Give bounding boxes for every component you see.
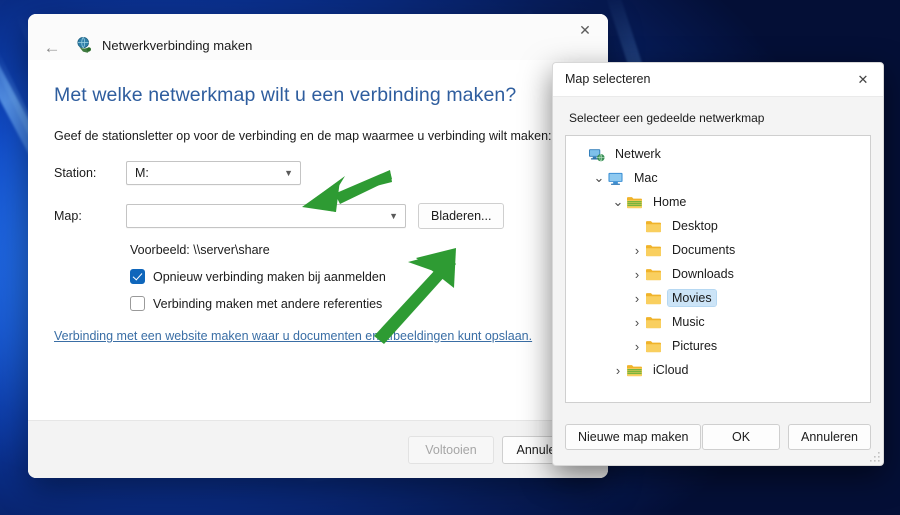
connect-to-website-link[interactable]: Verbinding met een website maken waar u … <box>54 329 532 343</box>
tree-item-music[interactable]: › Music <box>568 310 868 334</box>
computer-icon <box>608 172 623 185</box>
folder-icon <box>646 340 661 352</box>
picker-cancel-button[interactable]: Annuleren <box>788 424 871 450</box>
shared-folder-icon <box>627 196 642 208</box>
credentials-checkbox[interactable] <box>130 296 145 311</box>
chevron-right-icon[interactable]: › <box>629 244 645 257</box>
picker-title-bar: Map selecteren ✕ <box>553 63 883 97</box>
folder-icon <box>646 292 661 304</box>
network-drive-icon <box>77 36 91 53</box>
close-icon[interactable]: ✕ <box>843 63 883 96</box>
tree-item-label: Home <box>653 195 687 209</box>
tree-item-pictures[interactable]: › Pictures <box>568 334 868 358</box>
station-dropdown[interactable]: M: ▼ <box>126 161 301 185</box>
tree-item-label: Music <box>672 315 705 329</box>
chevron-right-icon[interactable]: › <box>629 316 645 329</box>
station-row: Station: M: ▼ <box>54 161 582 185</box>
wizard-footer: Voltooien Annuleren <box>28 420 608 478</box>
folder-tree[interactable]: Netwerk ⌄ Mac ⌄ Home Desktop › Documents › Downlo… <box>565 135 871 403</box>
wizard-app-name: Netwerkverbinding maken <box>102 37 253 53</box>
wizard-app-identity: Netwerkverbinding maken <box>76 36 252 54</box>
picker-body: Selecteer een gedeelde netwerkmap Netwer… <box>553 97 883 403</box>
back-arrow-icon[interactable]: ← <box>38 34 66 62</box>
page-subtitle: Geef de stationsletter op voor de verbin… <box>54 129 552 143</box>
wizard-title-bar: ← Netwerkverbinding maken ✕ <box>28 14 608 60</box>
station-label: Station: <box>54 166 97 180</box>
shared-folder-icon <box>627 364 642 376</box>
tree-item-home[interactable]: ⌄ Home <box>568 190 868 214</box>
chevron-down-icon[interactable]: ⌄ <box>610 195 626 208</box>
page-title: Met welke netwerkmap wilt u een verbindi… <box>54 84 517 106</box>
tree-item-icloud[interactable]: › iCloud <box>568 358 868 382</box>
new-folder-button[interactable]: Nieuwe map maken <box>565 424 702 450</box>
reconnect-checkbox-row[interactable]: Opnieuw verbinding maken bij aanmelden <box>130 269 582 284</box>
folder-icon <box>646 244 661 256</box>
browse-button[interactable]: Bladeren... <box>418 203 505 229</box>
station-value: M: <box>135 166 149 180</box>
tree-item-label: Mac <box>634 171 658 185</box>
example-path-text: Voorbeeld: \\server\share <box>130 243 270 257</box>
map-network-drive-window: ← Netwerkverbinding maken ✕ Met welke ne… <box>28 14 608 478</box>
tree-item-netwerk[interactable]: Netwerk <box>568 142 868 166</box>
tree-item-label: Downloads <box>672 267 734 281</box>
credentials-checkbox-label: Verbinding maken met andere referenties <box>153 296 383 311</box>
tree-item-documents[interactable]: › Documents <box>568 238 868 262</box>
reconnect-checkbox-label: Opnieuw verbinding maken bij aanmelden <box>153 269 386 284</box>
tree-item-label: Documents <box>672 243 736 257</box>
finish-button[interactable]: Voltooien <box>408 435 494 464</box>
folder-icon <box>646 220 661 232</box>
chevron-right-icon[interactable]: › <box>629 268 645 281</box>
picker-footer: Nieuwe map maken OK Annuleren <box>553 409 883 465</box>
chevron-right-icon[interactable]: › <box>610 364 626 377</box>
tree-item-label: Pictures <box>672 339 718 353</box>
resize-grip-icon[interactable] <box>870 452 880 462</box>
chevron-right-icon[interactable]: › <box>629 292 645 305</box>
picker-prompt: Selecteer een gedeelde netwerkmap <box>569 111 765 125</box>
chevron-down-icon: ▼ <box>284 168 293 178</box>
tree-item-mac[interactable]: ⌄ Mac <box>568 166 868 190</box>
screen: ← Netwerkverbinding maken ✕ Met welke ne… <box>0 0 900 515</box>
chevron-right-icon[interactable]: › <box>629 340 645 353</box>
folder-row: Map: ▼ Bladeren... <box>54 203 582 229</box>
wizard-content: Met welke netwerkmap wilt u een verbindi… <box>28 84 608 345</box>
ok-button[interactable]: OK <box>702 424 780 450</box>
close-icon[interactable]: ✕ <box>562 14 608 46</box>
tree-item-label: Desktop <box>672 219 718 233</box>
map-label: Map: <box>54 209 82 223</box>
chevron-down-icon: ▼ <box>389 211 398 221</box>
credentials-checkbox-row[interactable]: Verbinding maken met andere referenties <box>130 296 582 311</box>
tree-item-movies[interactable]: › Movies <box>568 286 868 310</box>
network-computer-icon <box>589 148 605 162</box>
tree-item-downloads[interactable]: › Downloads <box>568 262 868 286</box>
tree-item-label: iCloud <box>653 363 689 377</box>
chevron-down-icon[interactable]: ⌄ <box>591 171 607 184</box>
reconnect-checkbox[interactable] <box>130 269 145 284</box>
folder-icon <box>646 316 661 328</box>
select-folder-dialog: Map selecteren ✕ Selecteer een gedeelde … <box>552 62 884 466</box>
tree-item-desktop[interactable]: Desktop <box>568 214 868 238</box>
tree-item-label: Netwerk <box>615 147 661 161</box>
folder-icon <box>646 268 661 280</box>
map-dropdown[interactable]: ▼ <box>126 204 406 228</box>
tree-item-label: Movies <box>667 289 717 307</box>
picker-title: Map selecteren <box>565 72 651 86</box>
